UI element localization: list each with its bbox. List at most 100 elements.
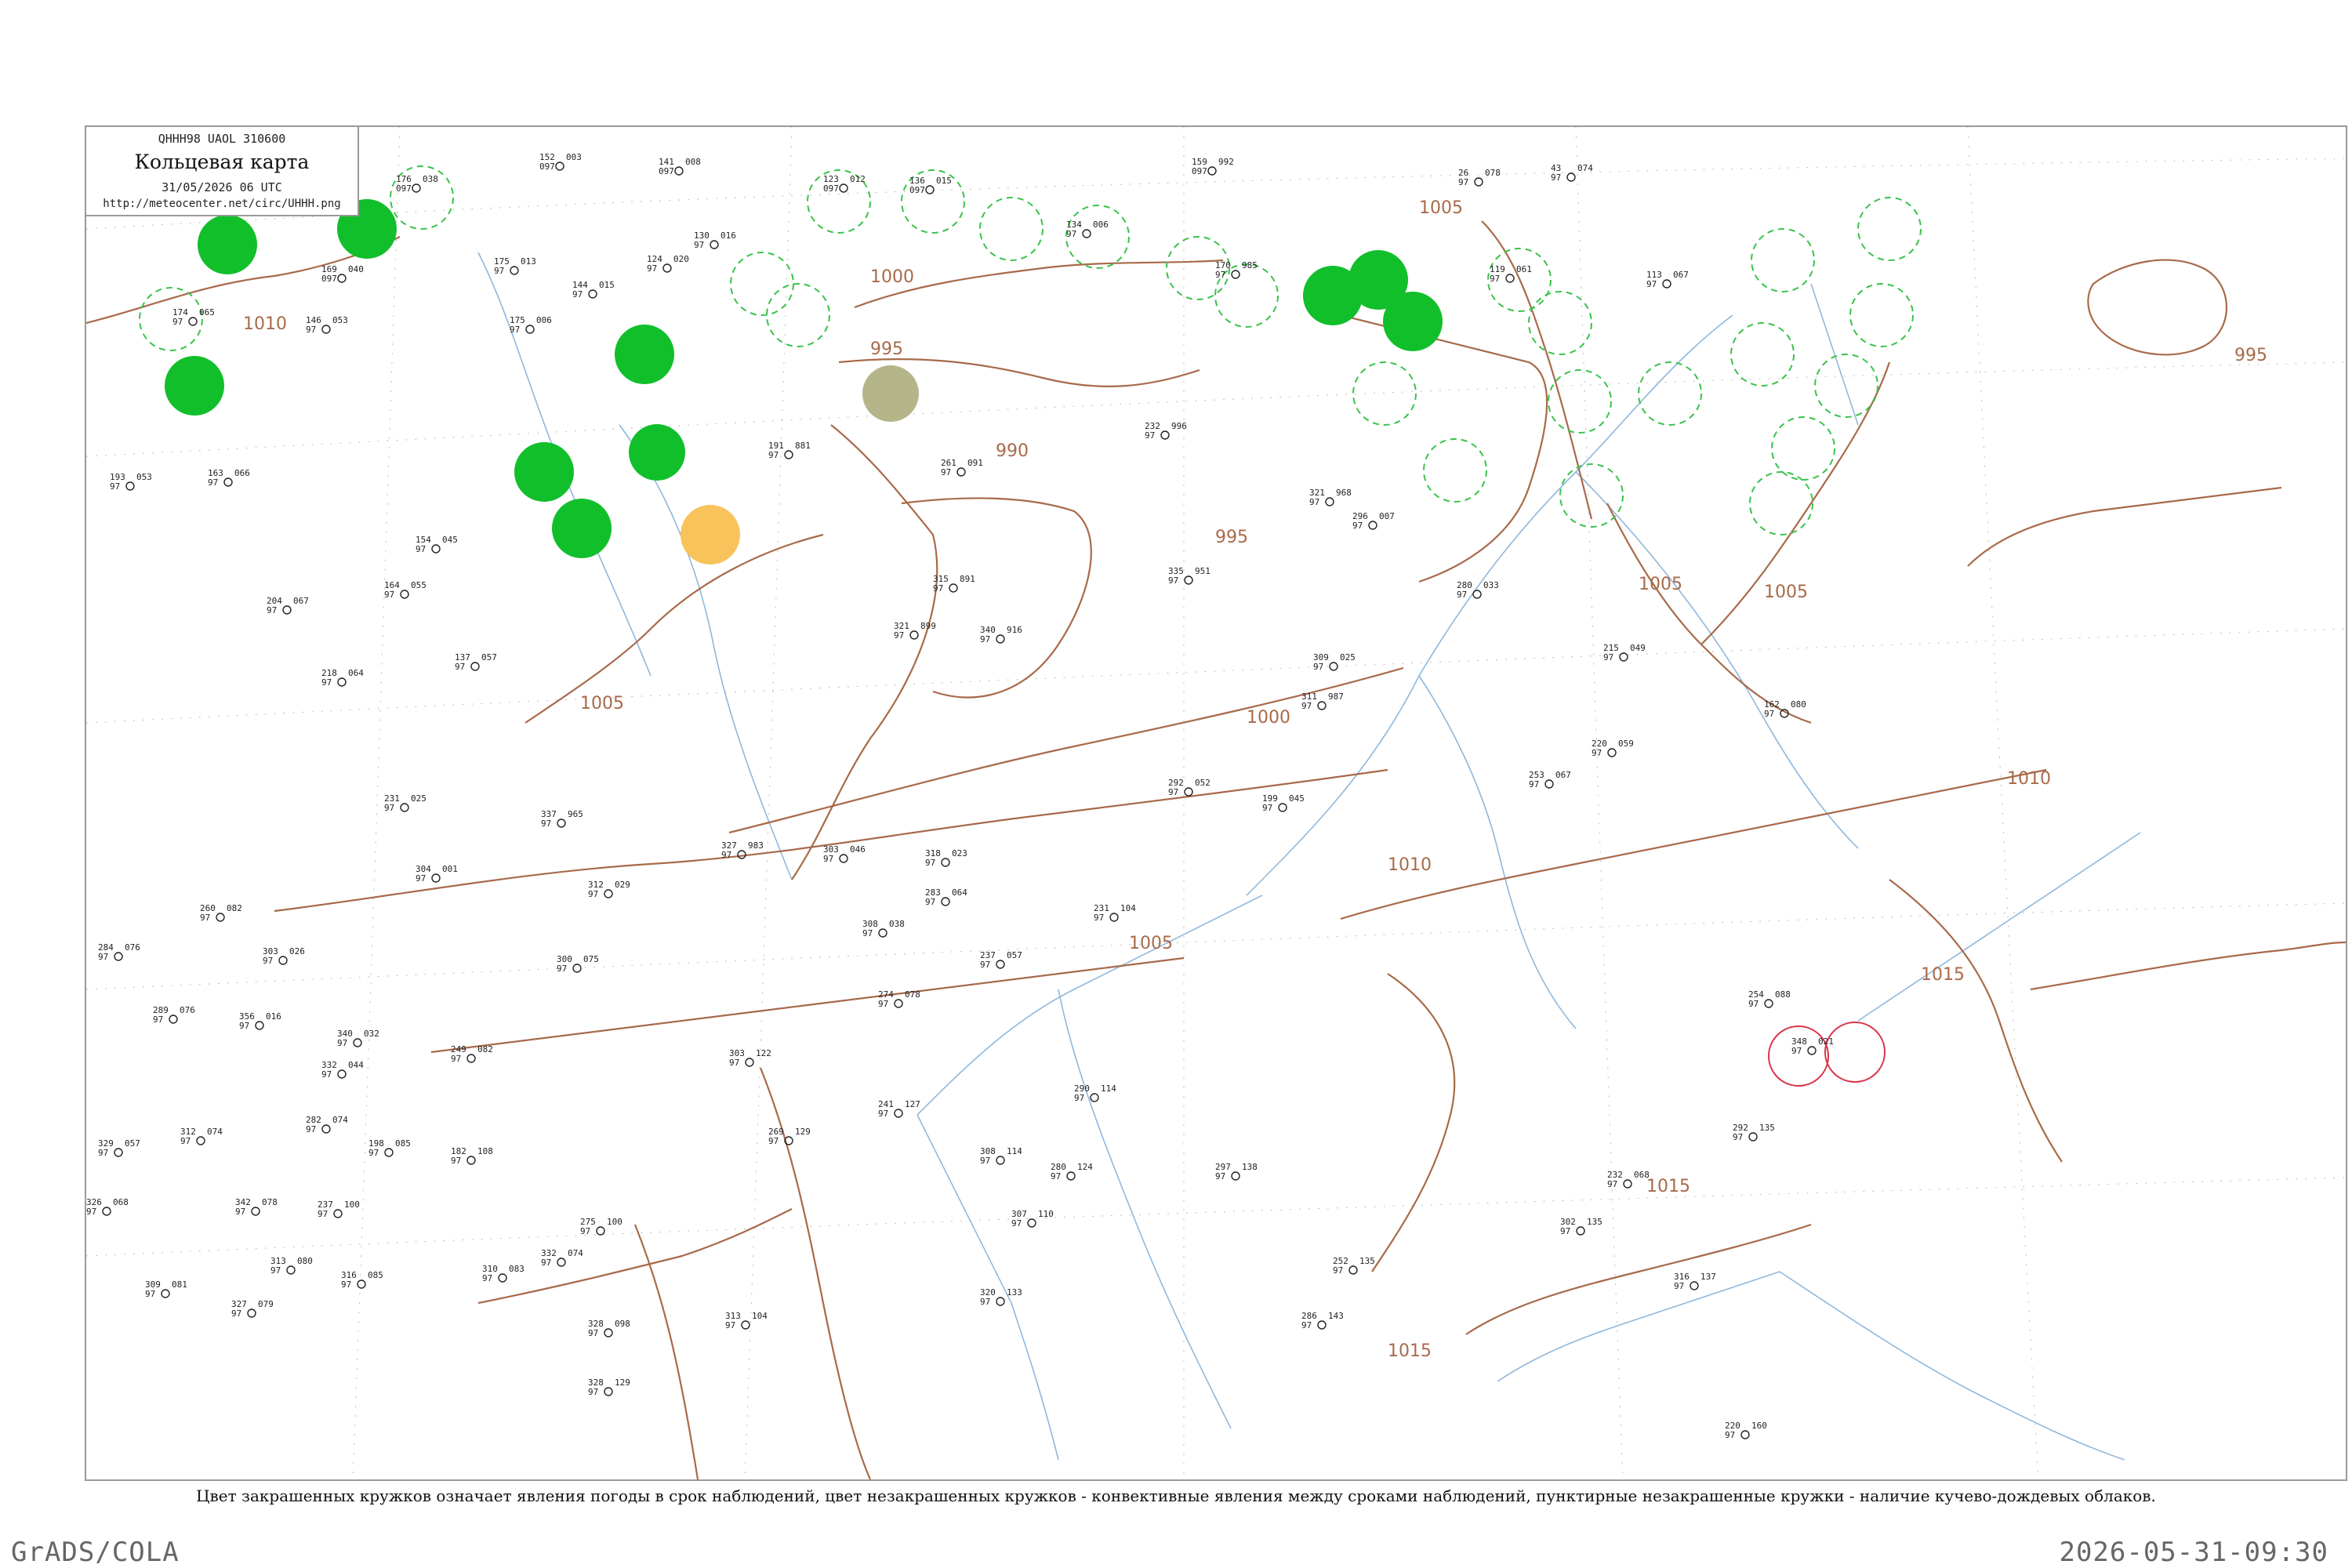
svg-text:129: 129 [795, 1127, 811, 1137]
station-plot: 34297078 [235, 1197, 278, 1217]
isobar-label: 1010 [243, 314, 287, 334]
svg-text:104: 104 [752, 1311, 768, 1321]
svg-text:97: 97 [1313, 662, 1323, 672]
station-plot: 23197104 [1094, 903, 1136, 923]
station-plot: 4397074 [1551, 163, 1593, 183]
station-plot: 13797057 [455, 652, 497, 672]
svg-text:049: 049 [1630, 643, 1646, 653]
station-plot: 32997057 [98, 1138, 140, 1158]
svg-text:006: 006 [536, 315, 552, 325]
station-plot: 30997025 [1313, 652, 1356, 672]
svg-text:97: 97 [1646, 279, 1657, 289]
station-plot: 26097082 [200, 903, 242, 923]
svg-text:068: 068 [1634, 1170, 1650, 1180]
svg-text:97: 97 [894, 630, 904, 641]
svg-text:97: 97 [1607, 1179, 1617, 1189]
svg-text:074: 074 [568, 1248, 583, 1258]
station-plot: 30897114 [980, 1146, 1022, 1166]
svg-text:97: 97 [337, 1038, 347, 1048]
svg-text:076: 076 [125, 942, 140, 953]
station-plot: 2697078 [1458, 168, 1501, 187]
svg-text:078: 078 [905, 989, 920, 1000]
cb-circle-dashed [1528, 291, 1592, 355]
svg-text:015: 015 [936, 176, 952, 186]
svg-text:057: 057 [481, 652, 497, 662]
svg-text:080: 080 [297, 1256, 313, 1266]
precip-circle-green [198, 215, 257, 274]
cb-circle-dashed [1749, 471, 1813, 535]
thunder-circle [1768, 1025, 1829, 1087]
station-plots: 176097038 152097003 141097008 123097012 … [86, 152, 1834, 1440]
svg-text:032: 032 [364, 1029, 379, 1039]
station-plot: 33297074 [541, 1248, 583, 1268]
cb-circle-dashed [766, 283, 830, 347]
svg-text:899: 899 [920, 621, 936, 631]
svg-text:97: 97 [588, 1328, 598, 1338]
svg-text:965: 965 [568, 809, 583, 819]
svg-text:97: 97 [1457, 590, 1467, 600]
svg-text:97: 97 [980, 1156, 990, 1166]
svg-text:129: 129 [615, 1377, 630, 1388]
svg-text:97: 97 [1458, 177, 1468, 187]
svg-text:97: 97 [208, 477, 218, 488]
svg-text:97: 97 [941, 467, 951, 477]
svg-text:020: 020 [673, 254, 689, 264]
svg-text:97: 97 [862, 928, 873, 938]
station-plot: 32197899 [894, 621, 936, 641]
svg-text:067: 067 [1673, 270, 1689, 280]
svg-text:016: 016 [720, 230, 736, 241]
svg-text:127: 127 [905, 1099, 920, 1109]
svg-text:074: 074 [1577, 163, 1593, 173]
station-plot: 22097059 [1592, 739, 1634, 758]
svg-text:088: 088 [1775, 989, 1791, 1000]
svg-text:133: 133 [1007, 1287, 1022, 1298]
svg-text:061: 061 [1516, 264, 1532, 274]
station-plot: 19997045 [1262, 793, 1305, 813]
station-plot: 32897098 [588, 1319, 630, 1338]
precip-circle-green [615, 325, 674, 384]
svg-text:97: 97 [980, 1297, 990, 1307]
svg-text:078: 078 [262, 1197, 278, 1207]
svg-text:97: 97 [368, 1148, 379, 1158]
station-plot: 32797983 [721, 840, 764, 860]
station-plot: 30297135 [1560, 1217, 1602, 1236]
svg-text:97: 97 [925, 858, 935, 868]
svg-text:097: 097 [396, 183, 412, 194]
svg-text:135: 135 [1759, 1123, 1775, 1133]
svg-text:055: 055 [411, 580, 426, 590]
svg-text:033: 033 [1483, 580, 1499, 590]
svg-text:983: 983 [748, 840, 764, 851]
svg-text:079: 079 [258, 1299, 274, 1309]
map-title: Кольцевая карта [134, 151, 310, 173]
legend-caption: Цвет закрашенных кружков означает явлени… [196, 1486, 2156, 1505]
svg-text:97: 97 [647, 263, 657, 274]
station-plot: 29097114 [1074, 1083, 1116, 1103]
svg-text:97: 97 [239, 1021, 249, 1031]
svg-text:007: 007 [1379, 511, 1395, 521]
svg-text:023: 023 [952, 848, 967, 858]
svg-text:97: 97 [341, 1279, 351, 1290]
svg-text:160: 160 [1751, 1421, 1767, 1431]
svg-text:064: 064 [952, 887, 967, 898]
svg-text:067: 067 [1555, 770, 1571, 780]
station-plot: 27597100 [580, 1217, 622, 1236]
svg-text:97: 97 [172, 317, 183, 327]
svg-text:97: 97 [1145, 430, 1155, 441]
isobar-label: 1000 [870, 267, 914, 287]
svg-text:114: 114 [1101, 1083, 1116, 1094]
svg-text:026: 026 [289, 946, 305, 956]
station-plot: 17097985 [1215, 260, 1258, 280]
station-plot: 31397080 [270, 1256, 313, 1276]
svg-text:97: 97 [1490, 274, 1500, 284]
synoptic-map: 1010 1000 995 990 995 1005 1005 1005 995… [86, 127, 2346, 1479]
svg-text:97: 97 [1791, 1046, 1802, 1056]
isobar-label: 1015 [1921, 965, 1965, 985]
svg-text:97: 97 [1309, 497, 1319, 507]
svg-text:122: 122 [756, 1048, 771, 1058]
svg-text:053: 053 [136, 472, 152, 482]
station-plot: 26197091 [941, 458, 983, 477]
station-plot: 35697016 [239, 1011, 281, 1031]
station-plot: 20497067 [267, 596, 309, 615]
svg-text:97: 97 [541, 1258, 551, 1268]
svg-text:97: 97 [416, 544, 426, 554]
